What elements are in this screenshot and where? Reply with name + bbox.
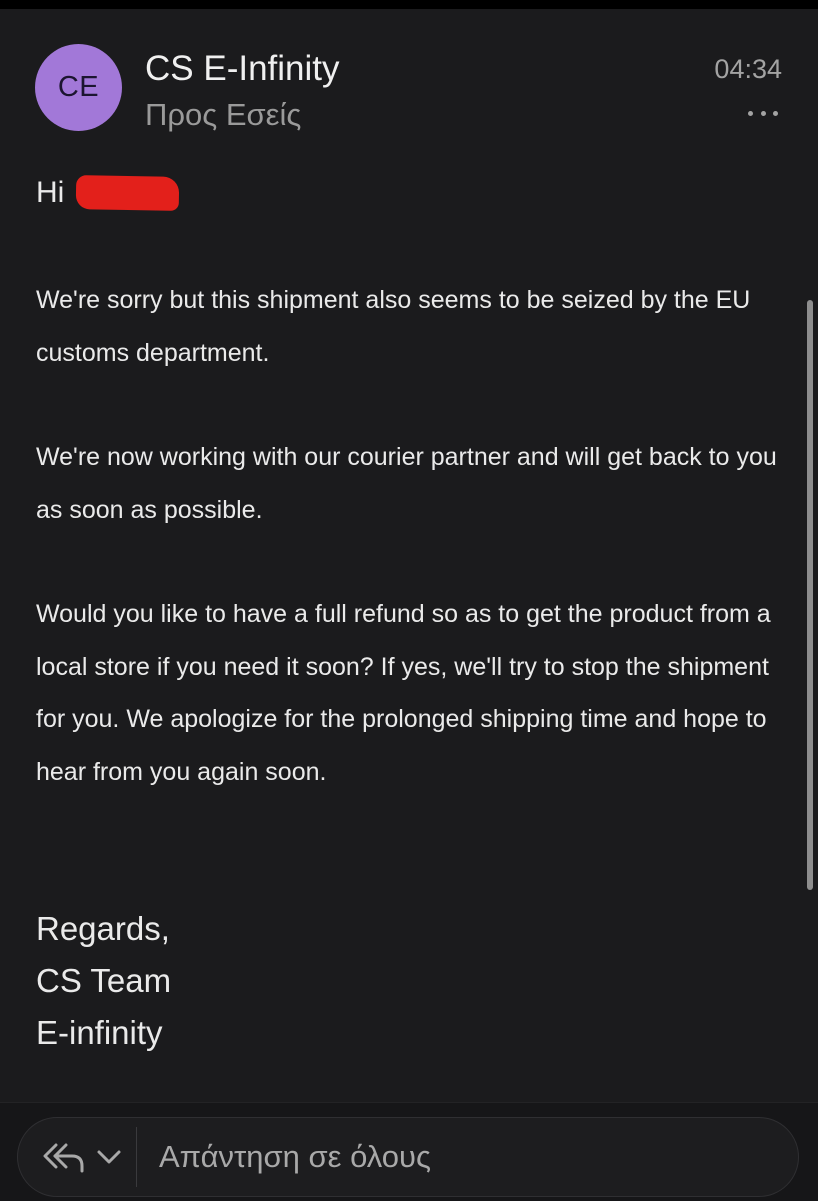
message-time: 04:34 [714,54,782,84]
body-paragraph: We're now working with our courier partn… [36,443,777,524]
reply-bar-divider [136,1127,137,1187]
avatar-initials: CE [57,71,100,103]
greeting-text: Hi [36,176,65,209]
reply-bar[interactable]: Απάντηση σε όλους [17,1117,799,1197]
more-dots-icon[interactable] [748,107,778,119]
reply-all-button[interactable] [18,1118,122,1196]
chevron-down-icon[interactable] [96,1149,122,1165]
body-paragraph: We're sorry but this shipment also seems… [36,286,751,367]
reply-footer: Απάντηση σε όλους [0,1102,818,1201]
signature-line: CS Team [36,962,172,999]
redaction-mark [76,175,180,211]
email-header: CE CS E-Infinity Προς Εσείς 04:34 [0,9,818,149]
recipient-label[interactable]: Προς Εσείς [145,97,301,133]
signature: Regards, CS Team E-infinity [36,903,171,1059]
avatar[interactable]: CE [35,44,122,131]
signature-line: Regards, [36,910,170,947]
status-bar-strip [0,0,818,9]
email-body: Hi We're sorry but this shipment also se… [36,168,796,1051]
signature-line: E-infinity [36,1014,163,1051]
body-paragraph: Would you like to have a full refund so … [36,600,771,786]
reply-all-label[interactable]: Απάντηση σε όλους [159,1139,431,1175]
sender-name[interactable]: CS E-Infinity [145,49,340,89]
reply-all-icon [42,1140,86,1174]
greeting-line: Hi [36,168,796,218]
scrollbar[interactable] [807,300,813,890]
